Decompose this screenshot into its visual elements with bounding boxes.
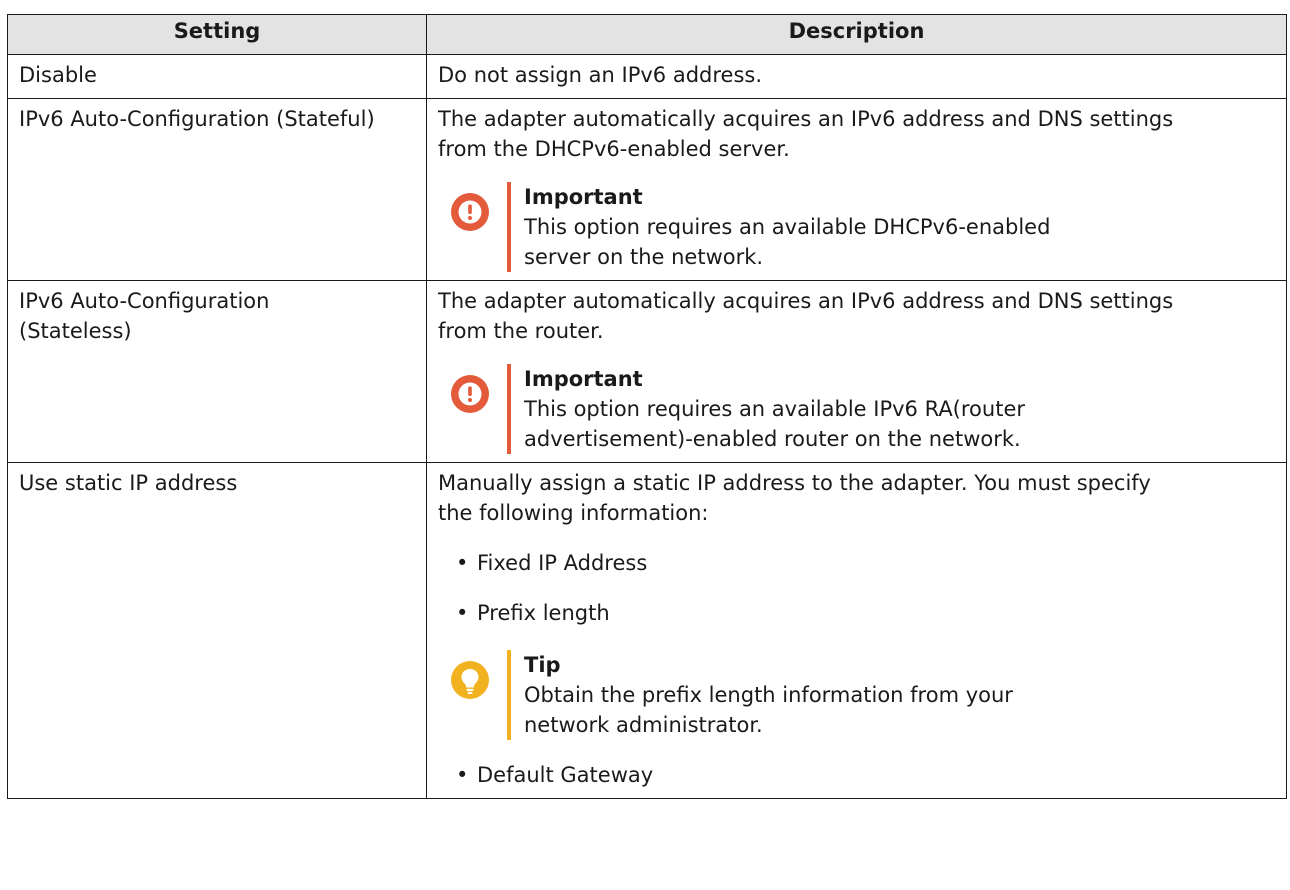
setting-label: Use static IP address [19, 471, 238, 495]
setting-cell: Use static IP address [7, 462, 427, 799]
bullet-list: • Fixed IP Address • Prefix length [438, 548, 1275, 628]
list-item: • Prefix length [438, 598, 1275, 628]
bullet-icon: • [456, 551, 469, 575]
tip-text: Obtain the prefix length information fro… [524, 680, 1275, 740]
description-text: The adapter automatically acquires an IP… [438, 286, 1275, 346]
description-cell: The adapter automatically acquires an IP… [426, 98, 1287, 281]
note-bar [507, 364, 511, 454]
description-cell: The adapter automatically acquires an IP… [426, 280, 1287, 463]
description-line: The adapter automatically acquires an IP… [438, 289, 1174, 313]
setting-label: (Stateless) [19, 319, 132, 343]
header-setting: Setting [7, 14, 427, 55]
note-line: This option requires an available DHCPv6… [524, 215, 1051, 239]
note-line: advertisement)-enabled router on the net… [524, 427, 1021, 451]
description-text: Do not assign an IPv6 address. [438, 63, 763, 87]
setting-cell: IPv6 Auto-Configuration (Stateless) [7, 280, 427, 463]
tip-line: network administrator. [524, 713, 763, 737]
settings-table: Setting Description Disable Do not assig… [7, 14, 1287, 799]
description-line: from the DHCPv6-enabled server. [438, 137, 790, 161]
tip-title: Tip [524, 653, 561, 677]
description-cell: Do not assign an IPv6 address. [426, 54, 1287, 99]
setting-label: Disable [19, 63, 97, 87]
note-title: Important [524, 367, 643, 391]
setting-label: IPv6 Auto-Configuration [19, 289, 270, 313]
list-item: • Default Gateway [438, 760, 1275, 790]
important-note: Important This option requires an availa… [438, 182, 1275, 272]
list-item-label: Fixed IP Address [477, 551, 648, 575]
description-cell: Manually assign a static IP address to t… [426, 462, 1287, 799]
description-line: The adapter automatically acquires an IP… [438, 107, 1174, 131]
list-item-label: Prefix length [477, 601, 610, 625]
note-line: server on the network. [524, 245, 764, 269]
note-line: This option requires an available IPv6 R… [524, 397, 1025, 421]
list-item: • Fixed IP Address [438, 548, 1275, 578]
lightbulb-icon [451, 661, 489, 699]
header-description: Description [426, 14, 1287, 55]
table-header-row: Setting Description [7, 14, 1287, 55]
tip-note: Tip Obtain the prefix length information… [438, 650, 1275, 740]
description-line: the following information: [438, 501, 709, 525]
important-note: Important This option requires an availa… [438, 364, 1275, 454]
exclamation-icon [451, 193, 489, 231]
bullet-list: • Default Gateway [438, 760, 1275, 790]
tip-bar [507, 650, 511, 740]
bullet-icon: • [456, 601, 469, 625]
setting-cell: Disable [7, 54, 427, 99]
description-text: Manually assign a static IP address to t… [438, 468, 1275, 528]
setting-cell: IPv6 Auto-Configuration (Stateful) [7, 98, 427, 281]
tip-line: Obtain the prefix length information fro… [524, 683, 1013, 707]
description-text: The adapter automatically acquires an IP… [438, 104, 1275, 164]
description-line: from the router. [438, 319, 604, 343]
table-row: Use static IP address Manually assign a … [7, 462, 1287, 799]
note-text: This option requires an available DHCPv6… [524, 212, 1275, 272]
bullet-icon: • [456, 763, 469, 787]
table-row: Disable Do not assign an IPv6 address. [7, 54, 1287, 99]
list-item-label: Default Gateway [477, 763, 654, 787]
table-row: IPv6 Auto-Configuration (Stateful) The a… [7, 98, 1287, 281]
setting-label: IPv6 Auto-Configuration (Stateful) [19, 107, 375, 131]
note-bar [507, 182, 511, 272]
note-text: This option requires an available IPv6 R… [524, 394, 1275, 454]
table-row: IPv6 Auto-Configuration (Stateless) The … [7, 280, 1287, 463]
description-line: Manually assign a static IP address to t… [438, 471, 1151, 495]
exclamation-icon [451, 375, 489, 413]
note-title: Important [524, 185, 643, 209]
